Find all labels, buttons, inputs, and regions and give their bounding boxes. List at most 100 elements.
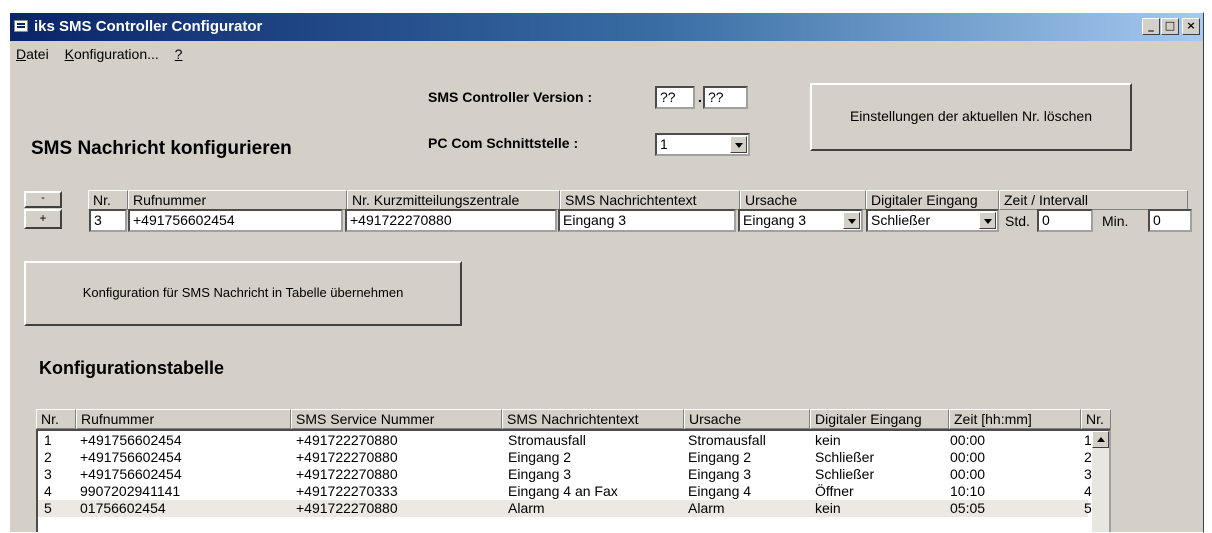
chevron-down-icon[interactable] — [843, 212, 860, 229]
cell-eingang: Schließer — [815, 466, 875, 482]
cell-text: Eingang 4 an Fax — [508, 483, 618, 499]
scroll-up-icon[interactable] — [1092, 431, 1109, 448]
minimize-button[interactable]: _ — [1142, 18, 1160, 35]
cell-eingang: Schließer — [815, 449, 875, 465]
table-row[interactable]: 4 9907202941141 +491722270333 Eingang 4 … — [38, 483, 1092, 500]
cell-nr: 3 — [44, 466, 52, 482]
menu-datei[interactable]: Datei — [10, 46, 55, 62]
table-header-rufnummer[interactable]: Rufnummer — [76, 409, 291, 429]
app-window: iks SMS Controller Configurator _ □ × Da… — [9, 12, 1204, 533]
table-header-text[interactable]: SMS Nachrichtentext — [502, 409, 684, 429]
cell-ursache: Eingang 3 — [688, 466, 752, 482]
cell-nr2: 5 — [1084, 500, 1092, 516]
table-row[interactable]: 5 01756602454 +491722270880 Alarm Alarm … — [38, 500, 1092, 517]
ursache-select[interactable]: Eingang 3 — [738, 209, 863, 232]
table-body: 1 +491756602454 +491722270880 Stromausfa… — [36, 429, 1111, 532]
sms-text-field[interactable]: Eingang 3 — [558, 209, 736, 232]
min-field[interactable]: 0 — [1148, 209, 1192, 232]
cell-nr: 1 — [44, 432, 52, 448]
cell-zeit: 05:05 — [950, 500, 986, 516]
cell-nr2: 3 — [1084, 466, 1092, 482]
port-select[interactable]: 1 — [655, 133, 750, 156]
port-label: PC Com Schnittstelle : — [428, 135, 579, 151]
column-header-rufnummer[interactable]: Rufnummer — [128, 190, 347, 210]
cell-text: Stromausfall — [508, 432, 586, 448]
version-minor-field[interactable]: ?? — [703, 86, 748, 109]
cell-nr2: 1 — [1084, 432, 1092, 448]
editor-header: Nr. Rufnummer Nr. Kurzmitteilungszentral… — [88, 190, 1188, 210]
column-header-zentrale[interactable]: Nr. Kurzmitteilungszentrale — [347, 190, 560, 210]
table-row[interactable]: 3 +491756602454 +491722270880 Eingang 3 … — [38, 466, 1092, 483]
cell-nr: 4 — [44, 483, 52, 499]
cell-ursache: Eingang 4 — [688, 483, 752, 499]
version-major-field[interactable]: ?? — [655, 86, 695, 109]
ursache-value: Eingang 3 — [743, 212, 807, 228]
cell-eingang: kein — [815, 500, 841, 516]
section-title: SMS Nachricht konfigurieren — [31, 138, 292, 159]
chevron-down-icon[interactable] — [979, 212, 996, 229]
version-label: SMS Controller Version : — [428, 89, 593, 105]
cell-rufnummer: +491756602454 — [80, 466, 182, 482]
app-icon[interactable] — [14, 20, 28, 32]
cell-service: +491722270880 — [296, 500, 398, 516]
column-header-ursache[interactable]: Ursache — [740, 190, 866, 210]
table-header-nr[interactable]: Nr. — [36, 409, 76, 429]
cell-eingang: kein — [815, 432, 841, 448]
cell-zeit: 00:00 — [950, 432, 986, 448]
table-header-zeit[interactable]: Zeit [hh:mm] — [949, 409, 1081, 429]
version-separator: . — [698, 89, 702, 105]
table-header-ursache[interactable]: Ursache — [684, 409, 810, 429]
table-row[interactable]: 2 +491756602454 +491722270880 Eingang 2 … — [38, 449, 1092, 466]
vertical-scrollbar[interactable] — [1092, 431, 1109, 532]
cell-ursache: Stromausfall — [688, 432, 766, 448]
chevron-down-icon[interactable] — [730, 136, 747, 153]
cell-nr2: 2 — [1084, 449, 1092, 465]
config-table[interactable]: Nr. Rufnummer SMS Service Nummer SMS Nac… — [36, 409, 1116, 532]
cell-service: +491722270333 — [296, 483, 398, 499]
column-header-zeit[interactable]: Zeit / Intervall — [999, 190, 1188, 210]
table-header-service[interactable]: SMS Service Nummer — [291, 409, 502, 429]
cell-rufnummer: +491756602454 — [80, 449, 182, 465]
cell-zeit: 00:00 — [950, 466, 986, 482]
cell-service: +491722270880 — [296, 449, 398, 465]
cell-nr2: 4 — [1084, 483, 1092, 499]
cell-text: Eingang 3 — [508, 466, 572, 482]
std-field[interactable]: 0 — [1037, 209, 1093, 232]
menu-konfiguration[interactable]: Konfiguration... — [59, 46, 165, 62]
cell-eingang: Öffner — [815, 483, 854, 499]
cell-rufnummer: +491756602454 — [80, 432, 182, 448]
cell-rufnummer: 9907202941141 — [80, 483, 181, 499]
column-header-nr[interactable]: Nr. — [88, 190, 128, 210]
plus-button[interactable]: + — [24, 209, 62, 229]
title-bar[interactable]: iks SMS Controller Configurator _ □ × — [10, 13, 1203, 41]
cell-nr: 2 — [44, 449, 52, 465]
cell-rufnummer: 01756602454 — [80, 500, 166, 516]
nr-field[interactable]: 3 — [89, 209, 127, 232]
cell-zeit: 10:10 — [950, 483, 986, 499]
close-button[interactable]: × — [1182, 18, 1200, 35]
table-title: Konfigurationstabelle — [39, 358, 225, 378]
column-header-eingang[interactable]: Digitaler Eingang — [866, 190, 999, 210]
eingang-value: Schließer — [871, 212, 931, 228]
cell-service: +491722270880 — [296, 466, 398, 482]
port-value: 1 — [660, 136, 668, 152]
cell-text: Alarm — [508, 500, 545, 516]
cell-service: +491722270880 — [296, 432, 398, 448]
rufnummer-field[interactable]: +491756602454 — [128, 209, 343, 232]
table-row[interactable]: 1 +491756602454 +491722270880 Stromausfa… — [38, 432, 1092, 449]
min-label: Min. — [1102, 213, 1129, 229]
menu-help[interactable]: ? — [169, 46, 189, 62]
maximize-button[interactable]: □ — [1161, 18, 1179, 35]
minus-button[interactable]: - — [24, 191, 62, 208]
zentrale-field[interactable]: +491722270880 — [345, 209, 557, 232]
cell-ursache: Eingang 2 — [688, 449, 752, 465]
eingang-select[interactable]: Schließer — [866, 209, 999, 232]
apply-config-button[interactable]: Konfiguration für SMS Nachricht in Tabel… — [24, 261, 462, 326]
cell-text: Eingang 2 — [508, 449, 572, 465]
menu-bar: Datei Konfiguration... ? — [10, 46, 188, 66]
cell-zeit: 00:00 — [950, 449, 986, 465]
column-header-text[interactable]: SMS Nachrichtentext — [560, 190, 740, 210]
table-header-eingang[interactable]: Digitaler Eingang — [810, 409, 949, 429]
delete-settings-button[interactable]: Einstellungen der aktuellen Nr. löschen — [810, 83, 1132, 151]
table-header-nr2[interactable]: Nr. — [1081, 409, 1111, 429]
